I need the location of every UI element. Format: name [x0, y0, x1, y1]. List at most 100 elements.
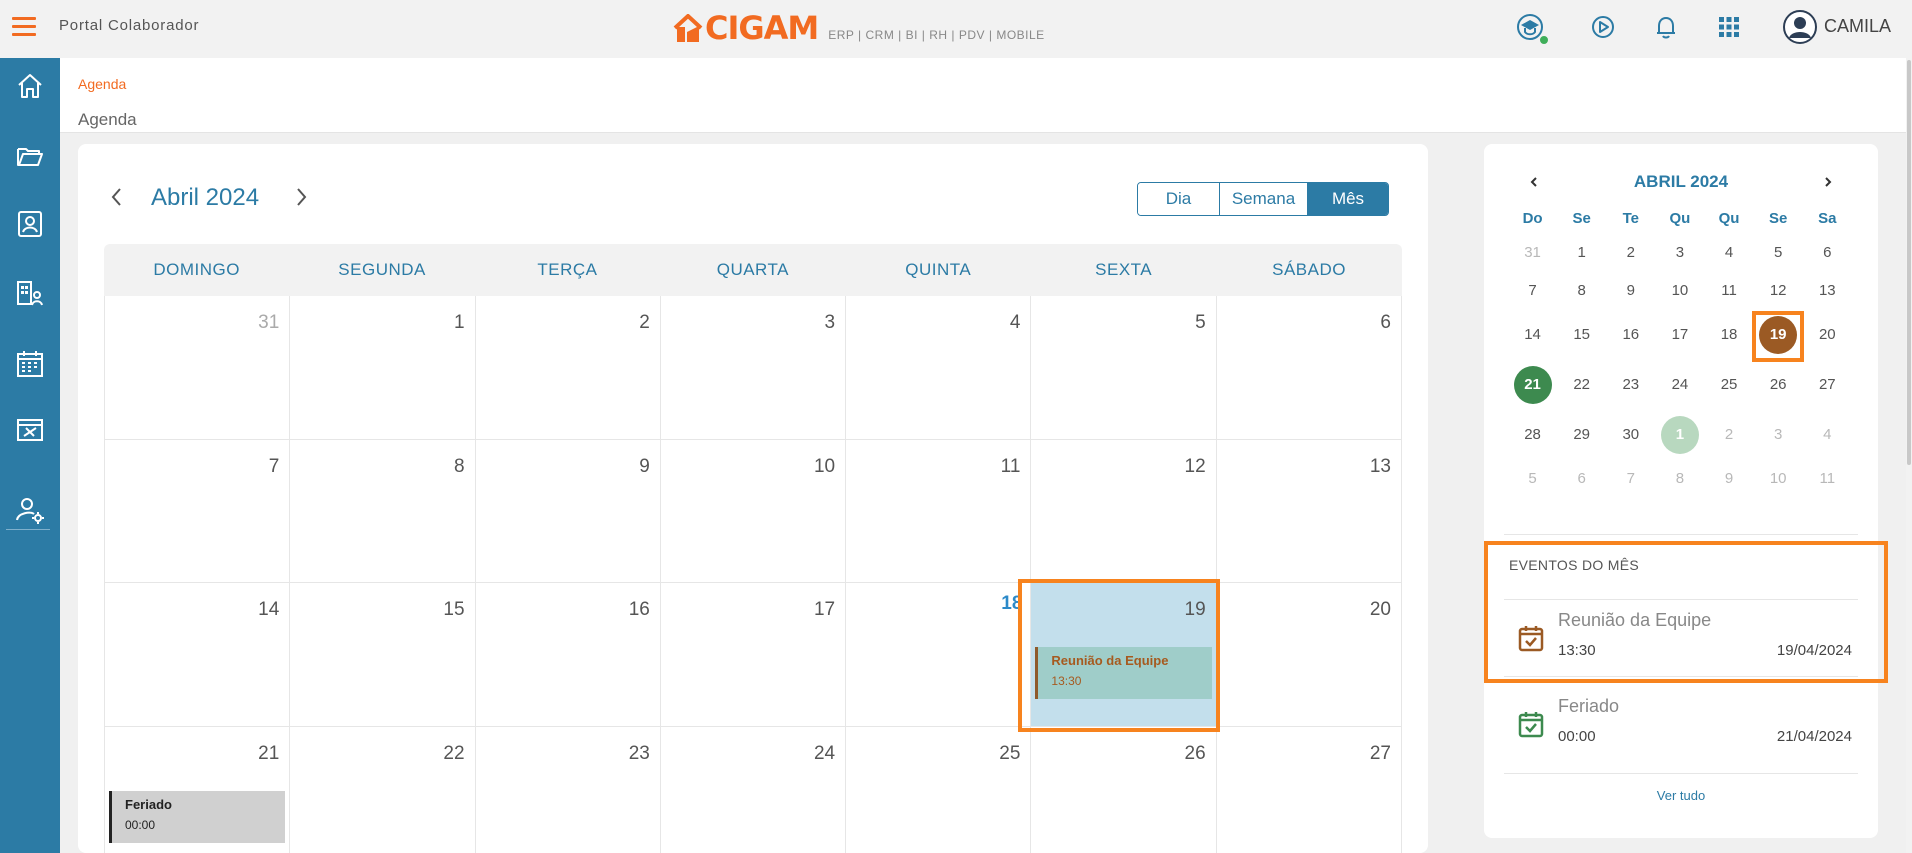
mini-day[interactable]: 12 — [1754, 272, 1803, 310]
bell-icon[interactable] — [1651, 12, 1681, 42]
day-cell[interactable]: 22 — [290, 726, 476, 853]
mini-day[interactable]: 10 — [1655, 272, 1704, 310]
hamburger-menu-icon[interactable] — [12, 17, 36, 37]
user-name[interactable]: CAMILA — [1824, 16, 1891, 37]
mini-day[interactable]: 13 — [1803, 272, 1852, 310]
mini-day[interactable]: 4 — [1705, 234, 1754, 272]
scrollbar-thumb[interactable] — [1907, 60, 1911, 465]
mini-day[interactable]: 25 — [1705, 360, 1754, 410]
previous-month-icon[interactable] — [106, 182, 128, 212]
mini-day[interactable]: 7 — [1606, 460, 1655, 498]
day-cell[interactable]: 27 — [1217, 726, 1402, 853]
view-month-button[interactable]: Mês — [1308, 183, 1388, 215]
event-holiday[interactable]: Feriado 00:00 — [109, 790, 286, 843]
mini-day[interactable]: 9 — [1705, 460, 1754, 498]
mini-day-event[interactable]: 21 — [1508, 360, 1557, 410]
mini-day[interactable]: 10 — [1754, 460, 1803, 498]
mini-day[interactable]: 15 — [1557, 310, 1606, 360]
day-cell[interactable]: 5 — [1031, 296, 1217, 440]
mini-day[interactable]: 29 — [1557, 410, 1606, 460]
mini-day[interactable]: 3 — [1655, 234, 1704, 272]
day-cell[interactable]: 25 — [846, 726, 1032, 853]
mini-day[interactable]: 28 — [1508, 410, 1557, 460]
mini-day[interactable]: 30 — [1606, 410, 1655, 460]
breadcrumb[interactable]: Agenda — [78, 76, 126, 92]
day-cell[interactable]: 20 — [1216, 583, 1402, 727]
user-settings-icon[interactable] — [14, 494, 46, 526]
mini-weekday: Do — [1522, 210, 1543, 227]
user-avatar-icon[interactable] — [1783, 10, 1817, 44]
month-event-item[interactable]: Feriado 00:00 21/04/2024 — [1508, 686, 1854, 762]
mini-next-month-icon[interactable] — [1818, 170, 1838, 194]
view-switch: Dia Semana Mês — [1137, 182, 1389, 216]
day-cell[interactable]: 12 — [1031, 439, 1217, 583]
mini-day[interactable]: 6 — [1557, 460, 1606, 498]
org-chart-icon[interactable] — [14, 278, 46, 310]
mini-day[interactable]: 31 — [1508, 234, 1557, 272]
play-circle-icon[interactable] — [1588, 12, 1618, 42]
mini-day[interactable]: 5 — [1508, 460, 1557, 498]
side-panel: ABRIL 2024 Do Se Te Qu Qu Se Sa 31 1 2 3… — [1484, 144, 1878, 838]
mini-day[interactable]: 17 — [1655, 310, 1704, 360]
mini-day[interactable]: 8 — [1557, 272, 1606, 310]
mini-day[interactable]: 5 — [1754, 234, 1803, 272]
mini-day[interactable]: 11 — [1803, 460, 1852, 498]
view-day-button[interactable]: Dia — [1138, 183, 1220, 215]
mini-day[interactable]: 14 — [1508, 310, 1557, 360]
mini-day[interactable]: 16 — [1606, 310, 1655, 360]
mini-day[interactable]: 9 — [1606, 272, 1655, 310]
day-cell[interactable]: 6 — [1216, 296, 1402, 440]
mini-day[interactable]: 20 — [1803, 310, 1852, 360]
day-cell[interactable]: 13 — [1216, 439, 1402, 583]
day-cell[interactable]: 21 Feriado 00:00 — [105, 726, 291, 853]
day-cell[interactable]: 7 — [105, 439, 291, 583]
paychecks-icon[interactable] — [14, 414, 46, 446]
mini-day[interactable]: 23 — [1606, 360, 1655, 410]
mini-day[interactable]: 2 — [1705, 410, 1754, 460]
day-cell[interactable]: 10 — [660, 439, 847, 583]
next-month-icon[interactable] — [290, 182, 312, 212]
calendar-icon[interactable] — [14, 348, 46, 380]
mini-day[interactable]: 4 — [1803, 410, 1852, 460]
day-number: 9 — [639, 455, 650, 477]
day-cell[interactable]: 11 — [846, 439, 1032, 583]
mini-day[interactable]: 1 — [1557, 234, 1606, 272]
event-item-date: 21/04/2024 — [1776, 728, 1852, 745]
day-cell[interactable]: 4 — [846, 296, 1032, 440]
day-cell[interactable]: 31 — [105, 296, 291, 440]
mini-day[interactable]: 27 — [1803, 360, 1852, 410]
day-number: 17 — [813, 599, 836, 620]
mini-day[interactable]: 22 — [1557, 360, 1606, 410]
mini-day[interactable]: 18 — [1705, 310, 1754, 360]
day-cell[interactable]: 3 — [660, 296, 847, 440]
home-icon[interactable] — [14, 70, 46, 102]
day-cell[interactable]: 9 — [475, 439, 661, 583]
day-cell[interactable]: 24 — [661, 726, 847, 853]
mini-weekday: Sa — [1818, 210, 1837, 227]
mini-day[interactable]: 8 — [1655, 460, 1704, 498]
day-cell[interactable]: 16 — [475, 583, 661, 727]
day-cell[interactable]: 2 — [475, 296, 661, 440]
day-cell[interactable]: 23 — [476, 726, 661, 853]
mini-day[interactable]: 24 — [1655, 360, 1704, 410]
mini-day[interactable]: 6 — [1803, 234, 1852, 272]
see-all-link[interactable]: Ver tudo — [1484, 788, 1878, 803]
mini-day[interactable]: 3 — [1754, 410, 1803, 460]
view-week-button[interactable]: Semana — [1220, 183, 1308, 215]
day-cell[interactable]: 14 — [105, 583, 291, 727]
mini-day-event[interactable]: 1 — [1655, 410, 1704, 460]
user-badge-icon[interactable] — [14, 208, 46, 240]
day-cell-today[interactable]: 18 — [846, 583, 1032, 727]
apps-grid-icon[interactable] — [1714, 12, 1744, 42]
day-cell[interactable]: 1 — [290, 296, 476, 440]
mini-day[interactable]: 7 — [1508, 272, 1557, 310]
mini-day[interactable]: 11 — [1705, 272, 1754, 310]
brand-logo[interactable]: CIGAM ERP | CRM | BI | RH | PDV | MOBILE — [673, 10, 1045, 44]
day-cell[interactable]: 26 — [1031, 726, 1217, 853]
folder-icon[interactable] — [14, 140, 46, 172]
mini-day[interactable]: 26 — [1754, 360, 1803, 410]
day-cell[interactable]: 17 — [660, 583, 847, 727]
mini-day[interactable]: 2 — [1606, 234, 1655, 272]
day-cell[interactable]: 15 — [290, 583, 476, 727]
day-cell[interactable]: 8 — [290, 439, 476, 583]
